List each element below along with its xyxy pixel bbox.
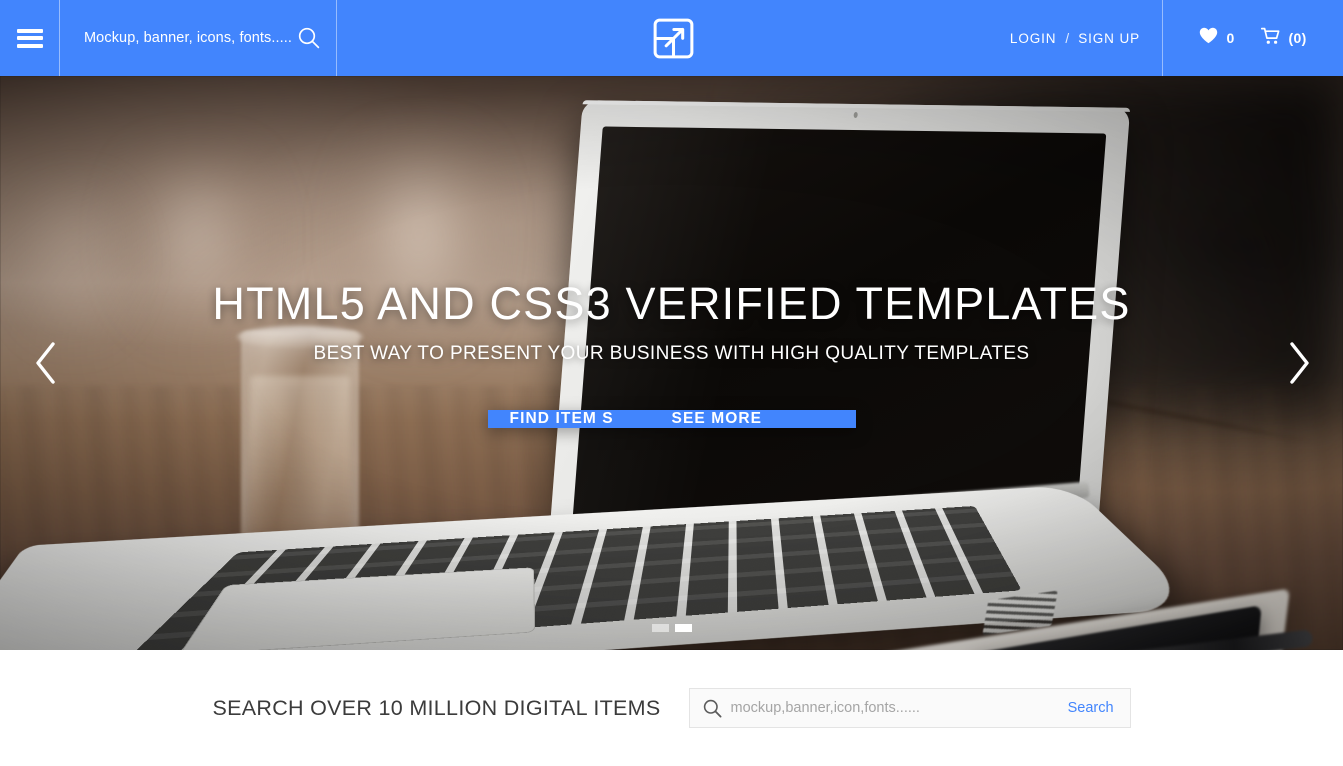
cart-count: (0)	[1288, 30, 1307, 46]
heart-icon	[1199, 27, 1218, 49]
carousel-prev-button[interactable]	[20, 333, 72, 393]
search-band-title: SEARCH OVER 10 MILLION DIGITAL ITEMS	[212, 695, 661, 720]
search-icon[interactable]	[702, 698, 723, 719]
site-header: LOGIN / SIGN UP 0 (0)	[0, 0, 1343, 76]
main-search-input[interactable]	[730, 700, 1058, 716]
cart-button[interactable]: (0)	[1260, 27, 1307, 50]
chevron-left-icon	[36, 342, 55, 384]
carousel-next-button[interactable]	[1273, 333, 1325, 393]
carousel-pagination	[651, 624, 692, 632]
cart-icon	[1260, 27, 1281, 50]
search-band: SEARCH OVER 10 MILLION DIGITAL ITEMS Sea…	[0, 650, 1343, 766]
header-search-box[interactable]	[60, 0, 337, 76]
search-icon[interactable]	[296, 25, 322, 51]
search-submit-button[interactable]: Search	[1058, 700, 1118, 716]
see-more-button[interactable]: SEE MORE	[650, 410, 856, 428]
login-link[interactable]: LOGIN	[1010, 31, 1057, 46]
hero-title: HTML5 AND CSS3 VERIFIED TEMPLATES	[212, 278, 1131, 329]
hero-button-group: FIND ITEM S SEE MORE	[487, 410, 856, 428]
carousel-dot-1[interactable]	[651, 624, 669, 632]
app-logo-icon	[653, 18, 694, 58]
hero-carousel: MacBook Air HTML5 AND CSS3 VERIFIED TEMP…	[0, 76, 1343, 650]
main-search-box[interactable]: Search	[688, 688, 1131, 728]
site-logo[interactable]	[337, 0, 1010, 76]
hamburger-menu-button[interactable]	[0, 0, 60, 76]
hero-content: HTML5 AND CSS3 VERIFIED TEMPLATES BEST W…	[0, 76, 1343, 650]
hamburger-menu-icon	[16, 28, 43, 48]
chevron-right-icon	[1290, 342, 1309, 384]
auth-separator: /	[1065, 30, 1070, 46]
find-items-button[interactable]: FIND ITEM S	[487, 410, 651, 428]
header-actions: 0 (0)	[1163, 0, 1343, 76]
carousel-dot-2[interactable]	[674, 624, 692, 632]
signup-link[interactable]: SIGN UP	[1078, 31, 1140, 46]
hero-subtitle: BEST WAY TO PRESENT YOUR BUSINESS WITH H…	[313, 343, 1030, 364]
wishlist-count: 0	[1226, 30, 1235, 46]
header-search-input[interactable]	[84, 30, 292, 46]
wishlist-button[interactable]: 0	[1199, 27, 1234, 49]
auth-links: LOGIN / SIGN UP	[1010, 0, 1163, 76]
